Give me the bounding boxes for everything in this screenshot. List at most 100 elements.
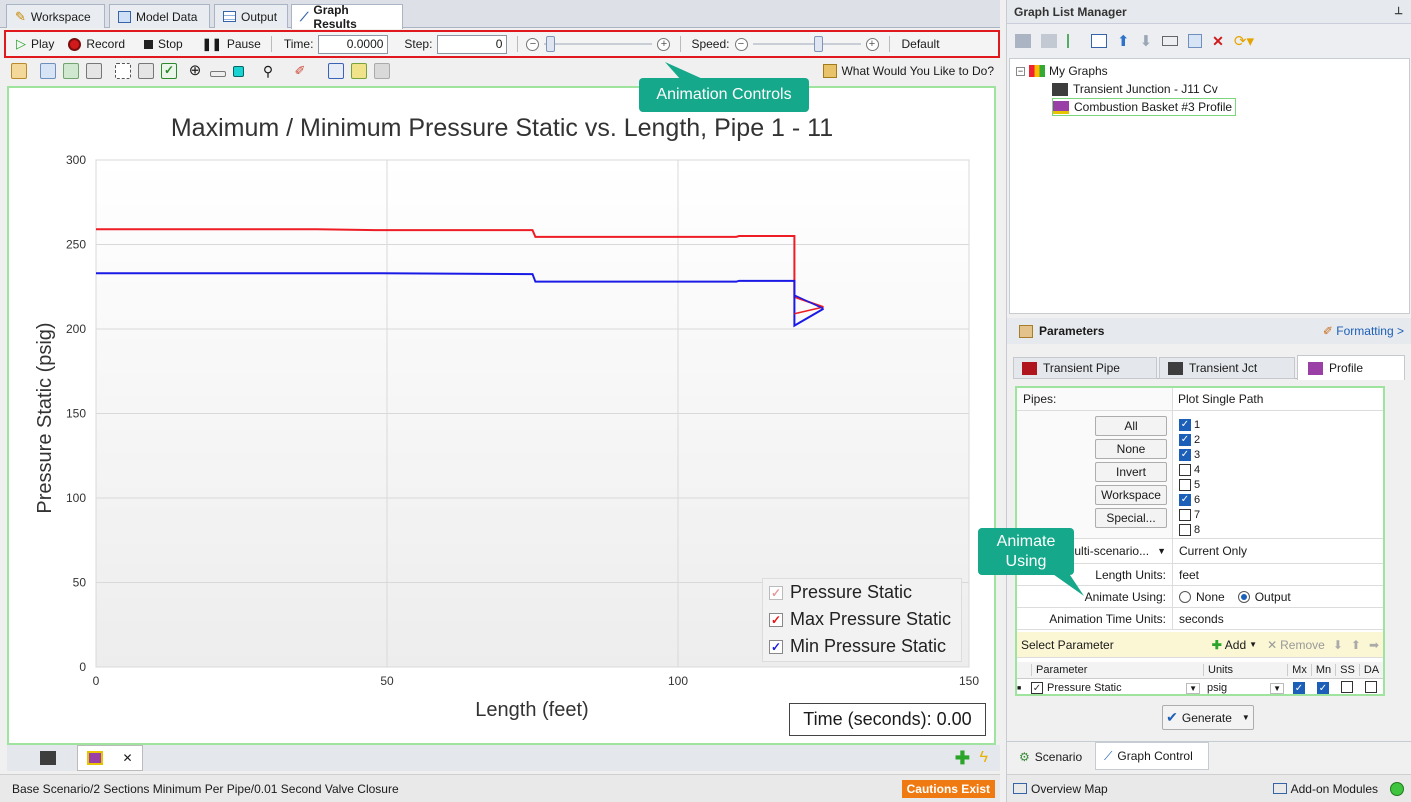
cautions-badge[interactable]: Cautions Exist: [901, 780, 995, 798]
tab-graph-results[interactable]: ⟋ Graph Results: [291, 3, 403, 31]
radio-output[interactable]: [1237, 590, 1250, 603]
help-button[interactable]: What Would You Like to Do?: [823, 64, 1000, 78]
pin-icon[interactable]: ⊥: [1394, 6, 1403, 17]
pipe-checkbox[interactable]: ✓: [1179, 433, 1191, 446]
move-up-folder-icon[interactable]: [1015, 34, 1031, 48]
pipe-list-item[interactable]: 5: [1179, 477, 1200, 492]
time-input[interactable]: 0.0000: [318, 34, 389, 54]
table-icon[interactable]: [86, 63, 102, 79]
add-graph-icon[interactable]: [328, 63, 344, 79]
pipe-list-item[interactable]: ✓ 3: [1179, 447, 1200, 462]
pipe-list-item[interactable]: ✓ 2: [1179, 432, 1200, 447]
none-button[interactable]: None: [1095, 439, 1167, 459]
pipe-list-item[interactable]: ✓ 1: [1179, 417, 1200, 432]
tab-workspace[interactable]: ✎ Workspace: [6, 4, 105, 28]
graph-icon[interactable]: [1091, 34, 1107, 48]
mx-checkbox[interactable]: ✓: [1293, 682, 1305, 695]
pipe-list-item[interactable]: 7: [1179, 507, 1200, 522]
refresh-icon[interactable]: [63, 63, 79, 79]
pipe-list-item[interactable]: ✓ 6: [1179, 492, 1200, 507]
move-down-icon[interactable]: ⬇: [1333, 638, 1343, 652]
legend-checkbox[interactable]: ✓: [769, 585, 783, 600]
graph-tab-profile[interactable]: ✕: [77, 745, 143, 771]
units-cell[interactable]: psig ▼: [1203, 682, 1287, 694]
info-icon[interactable]: [374, 63, 390, 79]
parameter-cell[interactable]: ✓ Pressure Static ▼: [1031, 682, 1203, 694]
workspace-button[interactable]: Workspace: [1095, 485, 1167, 505]
formatting-link[interactable]: ✐ Formatting >: [1323, 324, 1404, 338]
legend-item[interactable]: ✓ Max Pressure Static: [763, 606, 961, 633]
overview-map-button[interactable]: Overview Map: [1013, 782, 1108, 796]
pencil-icon[interactable]: [351, 63, 367, 79]
pipes-mode[interactable]: Plot Single Path: [1173, 392, 1263, 406]
speed-slider[interactable]: [752, 36, 861, 52]
ss-checkbox[interactable]: [1341, 680, 1353, 693]
tab-transient-jct[interactable]: Transient Jct: [1159, 357, 1295, 379]
arrow-right-icon[interactable]: ➡: [1369, 638, 1379, 652]
zoom-in-icon[interactable]: +: [657, 37, 671, 51]
stop-button[interactable]: Stop: [144, 37, 183, 51]
default-button[interactable]: Default: [902, 37, 940, 51]
slider-thumb[interactable]: [813, 36, 823, 52]
move-up-icon[interactable]: ⬆: [1351, 638, 1361, 652]
play-button[interactable]: ▷ Play: [16, 36, 54, 52]
pipe-checkbox[interactable]: ✓: [1179, 493, 1191, 506]
mn-checkbox[interactable]: ✓: [1317, 682, 1329, 695]
copy-icon[interactable]: [40, 63, 56, 79]
duplicate-icon[interactable]: [1188, 34, 1203, 48]
pipe-checkbox[interactable]: [1179, 523, 1191, 536]
speed-decrease-icon[interactable]: −: [734, 37, 748, 51]
tab-model-data[interactable]: Model Data: [109, 4, 210, 28]
lightning-icon[interactable]: ϟ: [980, 749, 988, 767]
pipe-checkbox[interactable]: [1179, 478, 1191, 491]
step-input[interactable]: 0: [437, 34, 508, 54]
legend-item[interactable]: ✓ Min Pressure Static: [763, 633, 961, 660]
tree-icon[interactable]: [1067, 34, 1081, 48]
row-checkbox[interactable]: ✓: [1031, 682, 1043, 694]
pipe-checkbox[interactable]: ✓: [1179, 418, 1191, 431]
close-icon[interactable]: ✕: [122, 751, 132, 765]
da-checkbox[interactable]: [1365, 680, 1377, 693]
check-icon[interactable]: ✓: [161, 63, 177, 79]
legend-icon[interactable]: [138, 63, 154, 79]
text-select-icon[interactable]: [115, 63, 131, 79]
zoom-out-icon[interactable]: −: [526, 37, 540, 51]
arrow-up-icon[interactable]: ⬆: [1117, 32, 1130, 50]
search-icon[interactable]: ⚲: [260, 63, 276, 79]
pause-button[interactable]: ❚❚ Pause: [202, 37, 261, 51]
tree-item[interactable]: Transient Junction - J11 Cv: [1052, 82, 1218, 96]
speed-increase-icon[interactable]: +: [865, 37, 879, 51]
legend-checkbox[interactable]: ✓: [769, 639, 783, 654]
add-graph-tab-icon[interactable]: ✚: [955, 749, 970, 767]
tab-output[interactable]: Output: [214, 4, 288, 28]
crosshair-icon[interactable]: ⊕: [187, 63, 203, 79]
add-parameter-button[interactable]: ✚ Add ▼: [1212, 638, 1257, 652]
animation-time-units-value[interactable]: seconds: [1173, 612, 1224, 626]
legend-checkbox[interactable]: ✓: [769, 612, 783, 627]
record-button[interactable]: Record: [68, 37, 125, 51]
addon-modules-button[interactable]: Add-on Modules: [1272, 781, 1404, 796]
tree-item-selected[interactable]: Combustion Basket #3 Profile: [1052, 98, 1237, 116]
pipe-checkbox[interactable]: [1179, 508, 1191, 521]
pipe-checkbox[interactable]: [1179, 463, 1191, 476]
folder-icon[interactable]: [1041, 34, 1057, 48]
pipe-list-item[interactable]: 4: [1179, 462, 1200, 477]
special-button[interactable]: Special...: [1095, 508, 1167, 528]
all-button[interactable]: All: [1095, 416, 1167, 436]
chevron-down-icon[interactable]: ▼: [1270, 682, 1284, 694]
chevron-down-icon[interactable]: ▼: [1186, 682, 1200, 694]
remove-parameter-button[interactable]: ✕ Remove: [1267, 638, 1325, 652]
legend-item[interactable]: ✓ Pressure Static: [763, 579, 961, 606]
invert-button[interactable]: Invert: [1095, 462, 1167, 482]
pipe-checkbox[interactable]: ✓: [1179, 448, 1191, 461]
graph-tab-transient[interactable]: [23, 747, 73, 769]
time-slider[interactable]: [544, 36, 653, 52]
collapse-icon[interactable]: −: [1016, 66, 1025, 76]
arrow-down-icon[interactable]: ⬇: [1140, 32, 1153, 50]
color-square-icon[interactable]: [233, 65, 244, 77]
edit-icon[interactable]: [11, 63, 27, 79]
rename-icon[interactable]: [1162, 36, 1179, 46]
tree-root[interactable]: − My Graphs: [1016, 64, 1108, 78]
tab-graph-control[interactable]: ⟋ Graph Control: [1095, 742, 1209, 770]
radio-none[interactable]: [1179, 590, 1191, 603]
